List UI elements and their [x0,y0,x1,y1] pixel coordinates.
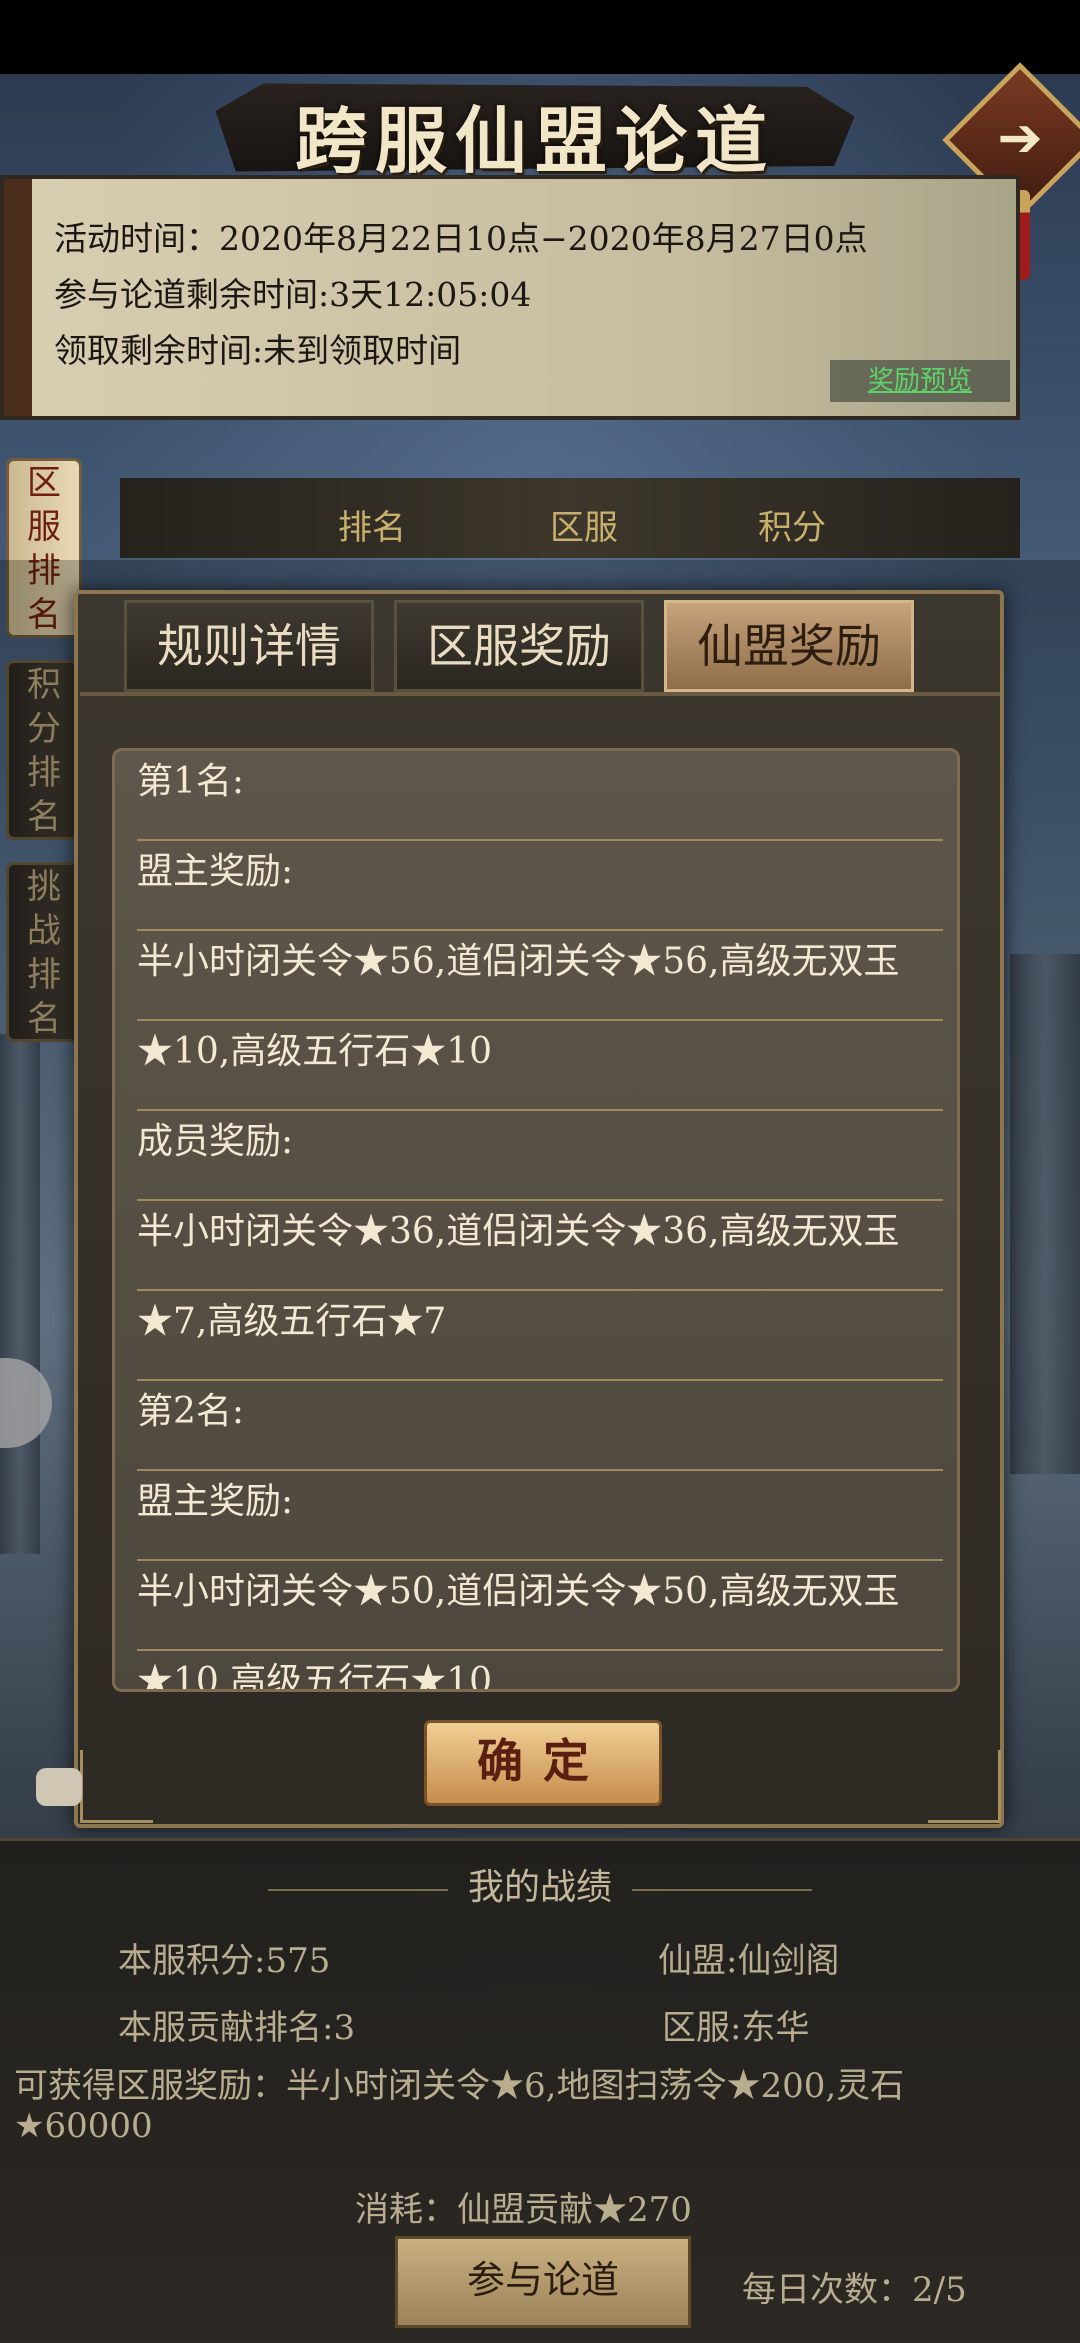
chat-icon[interactable] [36,1768,82,1806]
reward-preview-button[interactable]: 奖励预览 [830,360,1010,402]
contribution-rank: 本服贡献排名:3 [118,2008,356,2048]
tab-rules[interactable]: 规则详情 [124,600,374,692]
claim-time: 领取剩余时间:未到领取时间 [54,331,462,370]
list-item: 盟主奖励: [137,841,943,931]
side-tab-char: 区 [27,463,61,503]
record-title-text: 我的战绩 [467,1867,612,1908]
column-rank: 排名 [338,508,406,548]
join-debate-button[interactable]: 参与论道 [395,2236,691,2328]
side-tab-char: 服 [27,507,61,547]
confirm-button[interactable]: 确定 [424,1720,662,1806]
list-item: 成员奖励: [137,1111,943,1201]
cost-text: 消耗：仙盟贡献★270 [355,2190,692,2230]
activity-time: 活动时间：2020年8月22日10点−2020年8月27日0点 [54,219,868,258]
server-score: 本服积分:575 [118,1941,331,1981]
alliance-name: 仙盟:仙剑阁 [658,1941,840,1981]
remaining-time: 参与论道剩余时间:3天12:05:04 [54,275,532,314]
list-item: 半小时闭关令★36,道侣闭关令★36,高级无双玉 [137,1201,943,1291]
column-score: 积分 [758,508,826,548]
server-name: 区服:东华 [662,2008,810,2048]
tab-alliance-reward[interactable]: 仙盟奖励 [664,600,914,692]
reward-list[interactable]: 第1名: 盟主奖励: 半小时闭关令★56,道侣闭关令★56,高级无双玉 ★10,… [112,748,960,1692]
page-title: 跨服仙盟论道 [294,98,775,183]
daily-count: 每日次数：2/5 [742,2270,967,2310]
record-title: 我的战绩 [0,1858,1080,1910]
list-item: 盟主奖励: [137,1471,943,1561]
list-item: 半小时闭关令★56,道侣闭关令★56,高级无双玉 [137,931,943,1021]
status-bar [0,0,1080,74]
list-item: ★7,高级五行石★7 [137,1291,943,1381]
tab-server-reward[interactable]: 区服奖励 [394,600,644,692]
list-item: 第2名: [137,1381,943,1471]
list-item: ★10,高级五行石★10 [137,1651,943,1689]
server-reward-text-cont: ★60000 [14,2106,153,2146]
arrow-right-icon: ➔ [997,106,1043,169]
list-item: 半小时闭关令★50,道侣闭关令★50,高级无双玉 [137,1561,943,1651]
server-reward-text: 可获得区服奖励：半小时闭关令★6,地图扫荡令★200,灵石 [14,2066,905,2106]
list-item: 第1名: [137,751,943,841]
corner-ornament [80,1750,153,1823]
corner-ornament [928,1750,1001,1823]
column-server: 区服 [550,508,618,548]
list-item: ★10,高级五行石★10 [137,1021,943,1111]
tab-divider [80,692,1000,696]
